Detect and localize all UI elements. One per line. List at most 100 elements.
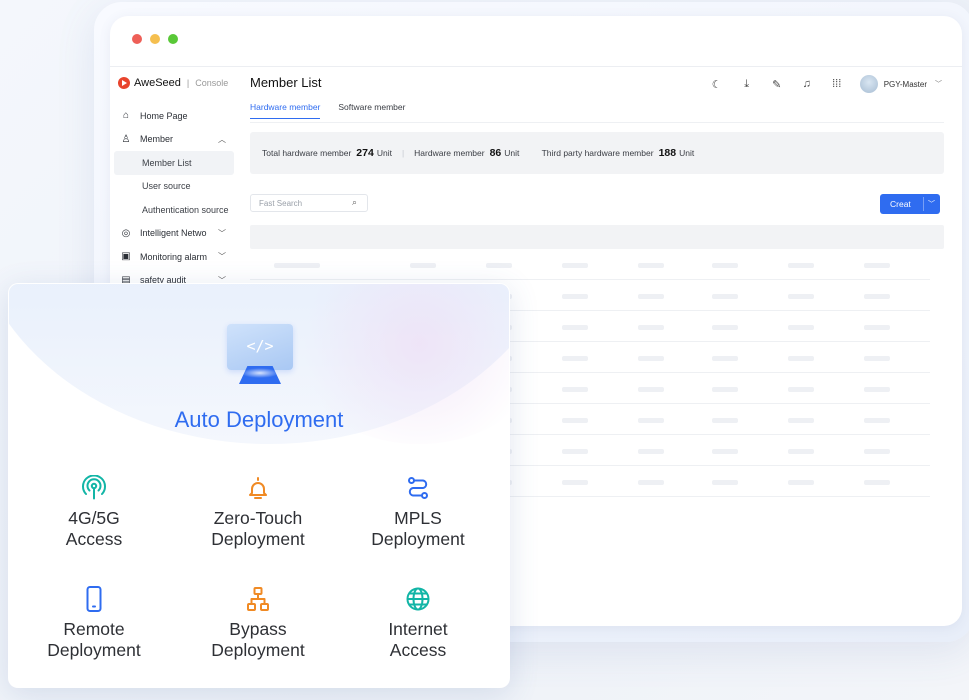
table-cell-placeholder xyxy=(788,294,814,299)
table-cell-placeholder xyxy=(712,325,738,330)
feature-mpls-deployment: MPLS Deployment xyxy=(333,474,503,550)
feature-bypass-deployment: Bypass Deployment xyxy=(173,585,343,661)
feature-internet-access: Internet Access xyxy=(333,585,503,661)
table-cell-placeholder xyxy=(788,418,814,423)
table-cell-placeholder xyxy=(638,387,664,392)
page-title: Member List xyxy=(250,75,322,90)
table-row[interactable] xyxy=(250,249,930,280)
table-cell-placeholder xyxy=(788,387,814,392)
sidebar-item-home[interactable]: ⌂ Home Page xyxy=(110,104,238,128)
table-cell-placeholder xyxy=(562,263,588,268)
table-cell-placeholder xyxy=(562,387,588,392)
avatar[interactable] xyxy=(859,75,878,93)
download-icon[interactable]: ⤓ xyxy=(732,78,762,91)
table-cell-placeholder xyxy=(638,449,664,454)
sidebar-item-member-list[interactable]: Member List xyxy=(114,151,234,175)
table-cell-placeholder xyxy=(562,356,588,361)
stat-third-party-label: Third party hardware member xyxy=(541,148,654,158)
stat-third-party-value: 188 xyxy=(658,147,677,159)
bell-icon[interactable]: ♫ xyxy=(792,78,822,90)
stat-total-value: 274 xyxy=(356,147,374,159)
close-window-button[interactable] xyxy=(132,34,142,44)
home-icon: ⌂ xyxy=(122,110,130,122)
table-cell-placeholder xyxy=(712,480,738,485)
edit-icon[interactable]: ✎ xyxy=(762,78,792,91)
monitor-icon: ▣ xyxy=(121,251,131,263)
chevron-down-icon: ﹀ xyxy=(218,252,226,262)
table-cell-placeholder xyxy=(638,325,664,330)
maximize-window-button[interactable] xyxy=(168,34,178,44)
sidebar-item-user-source[interactable]: User source xyxy=(110,175,238,199)
member-tabs: Hardware member Software member xyxy=(250,102,405,119)
moon-icon[interactable]: ☾ xyxy=(702,78,732,91)
table-cell-placeholder xyxy=(712,418,738,423)
window-controls xyxy=(132,34,178,44)
sidebar-item-intelligent-network[interactable]: ◎ Intelligent Netwo ﹀ xyxy=(110,222,238,246)
feature-zero-touch-deployment: Zero-Touch Deployment xyxy=(173,474,343,550)
table-cell-placeholder xyxy=(562,325,588,330)
table-cell-placeholder xyxy=(712,263,738,268)
tab-software-member[interactable]: Software member xyxy=(338,102,405,119)
feature-4g-5g-access: 4G/5G Access xyxy=(9,474,179,550)
chevron-down-icon[interactable]: ﹀ xyxy=(935,79,942,89)
auto-deployment-card: </> Auto Deployment 4G/5G Access Zero-To… xyxy=(8,283,510,688)
code-monitor-icon: </> xyxy=(227,324,293,386)
table-cell-placeholder xyxy=(788,449,814,454)
stat-total-unit: Unit xyxy=(376,148,392,158)
table-cell-placeholder xyxy=(864,325,890,330)
brand-mark-icon xyxy=(118,77,130,89)
sidebar-item-member[interactable]: ♙ Member ︿ xyxy=(110,128,238,152)
sidebar-menu: ⌂ Home Page ♙ Member ︿ Member List User … xyxy=(110,104,238,292)
table-cell-placeholder xyxy=(486,263,512,268)
table-cell-placeholder xyxy=(788,263,814,268)
table-cell-placeholder xyxy=(864,449,890,454)
table-cell-placeholder xyxy=(562,449,588,454)
create-button[interactable]: Creat ﹀ xyxy=(880,194,940,214)
table-cell-placeholder xyxy=(788,325,814,330)
feature-remote-deployment: Remote Deployment xyxy=(9,585,179,661)
table-cell-placeholder xyxy=(638,294,664,299)
table-cell-placeholder xyxy=(638,480,664,485)
table-header xyxy=(250,225,944,249)
table-cell-placeholder xyxy=(638,263,664,268)
stat-total-label: Total hardware member xyxy=(262,148,352,158)
user-icon: ♙ xyxy=(121,133,131,145)
table-cell-placeholder xyxy=(864,418,890,423)
chevron-up-icon: ︿ xyxy=(218,134,226,144)
user-name[interactable]: PGY-Master xyxy=(884,80,927,89)
table-cell-placeholder xyxy=(562,480,588,485)
sidebar-item-monitoring-alarm[interactable]: ▣ Monitoring alarm ﹀ xyxy=(110,245,238,269)
table-cell-placeholder xyxy=(788,356,814,361)
table-cell-placeholder xyxy=(562,418,588,423)
table-cell-placeholder xyxy=(712,387,738,392)
network-icon: ◎ xyxy=(121,227,131,239)
brand-name: AweSeed xyxy=(134,77,181,89)
table-cell-placeholder xyxy=(788,480,814,485)
search-input[interactable]: Fast Search ⌕ xyxy=(250,194,368,212)
search-placeholder: Fast Search xyxy=(259,198,303,208)
table-cell-placeholder xyxy=(638,356,664,361)
stat-hardware-unit: Unit xyxy=(504,148,520,158)
stat-third-party-unit: Unit xyxy=(679,148,695,158)
minimize-window-button[interactable] xyxy=(150,34,160,44)
chevron-down-icon[interactable]: ﹀ xyxy=(928,199,935,209)
table-cell-placeholder xyxy=(712,356,738,361)
table-cell-placeholder xyxy=(712,294,738,299)
table-cell-placeholder xyxy=(274,263,320,268)
apps-grid-icon[interactable]: ⁞⁞⁞ xyxy=(822,78,852,90)
search-icon[interactable]: ⌕ xyxy=(352,197,357,208)
card-title: Auto Deployment xyxy=(174,407,344,432)
header-toolbar: ☾ ⤓ ✎ ♫ ⁞⁞⁞ PGY-Master ﹀ xyxy=(702,75,942,93)
table-cell-placeholder xyxy=(864,387,890,392)
brand-logo[interactable]: AweSeed | Console xyxy=(118,77,228,89)
stats-bar: Total hardware member 274 Unit | Hardwar… xyxy=(250,132,944,174)
table-cell-placeholder xyxy=(562,294,588,299)
tab-hardware-member[interactable]: Hardware member xyxy=(250,102,321,119)
table-cell-placeholder xyxy=(638,418,664,423)
chevron-down-icon: ﹀ xyxy=(218,228,226,238)
table-cell-placeholder xyxy=(864,480,890,485)
table-cell-placeholder xyxy=(864,294,890,299)
stat-hardware-label: Hardware member xyxy=(414,148,485,158)
sidebar-item-authentication-source[interactable]: Authentication source xyxy=(110,198,238,222)
table-cell-placeholder xyxy=(712,449,738,454)
